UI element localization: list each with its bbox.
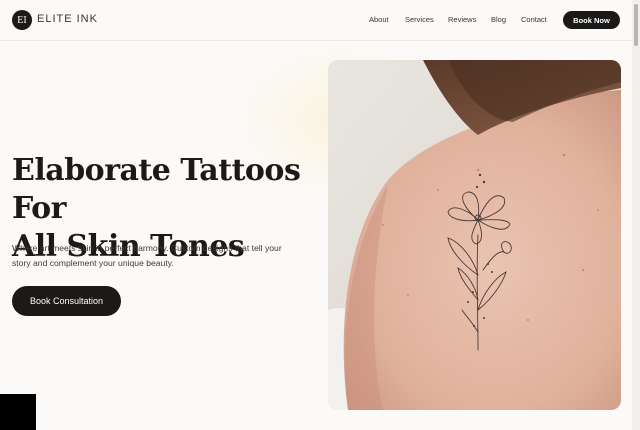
- hero-title-line-1: Elaborate Tattoos For: [12, 153, 301, 226]
- floral-tattoo-image: [328, 60, 621, 410]
- nav-blog[interactable]: Blog: [491, 15, 506, 24]
- page-scrollbar[interactable]: [632, 0, 640, 430]
- book-consultation-button[interactable]: Book Consultation: [12, 286, 121, 316]
- logo-text[interactable]: ELITE INK: [37, 13, 98, 25]
- nav-contact[interactable]: Contact: [521, 15, 547, 24]
- nav-services[interactable]: Services: [405, 15, 434, 24]
- logo-mark[interactable]: EI: [12, 10, 32, 30]
- corner-widget[interactable]: [0, 394, 36, 430]
- site-header: EI ELITE INK About Services Reviews Blog…: [0, 0, 632, 41]
- hero-subtitle-line-1: Where art meets skin in perfect harmony.…: [12, 243, 282, 253]
- book-now-button[interactable]: Book Now: [563, 11, 620, 29]
- scrollbar-thumb[interactable]: [634, 4, 638, 46]
- hero-subtitle-line-2: story and complement your unique beauty.: [12, 258, 174, 268]
- nav-reviews[interactable]: Reviews: [448, 15, 476, 24]
- nav-about[interactable]: About: [369, 15, 389, 24]
- tattoo-photo-icon: [328, 60, 621, 410]
- hero-subtitle: Where art meets skin in perfect harmony.…: [12, 241, 312, 271]
